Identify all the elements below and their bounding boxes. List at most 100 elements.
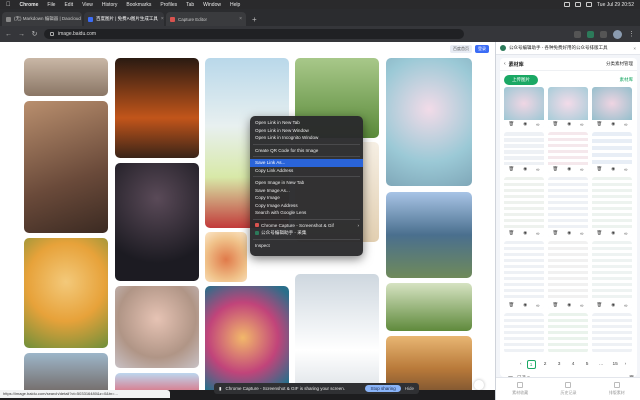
trash-icon[interactable]: 🗑 bbox=[597, 302, 603, 308]
view-icon[interactable]: ◉ bbox=[523, 230, 527, 236]
asset-card[interactable]: 🗑 ◉ ∞ bbox=[592, 177, 632, 237]
link-icon[interactable]: ∞ bbox=[624, 303, 627, 308]
image-tile-woman-portrait[interactable] bbox=[24, 101, 108, 233]
image-tile-fire[interactable] bbox=[115, 58, 199, 158]
wifi-icon[interactable] bbox=[574, 2, 581, 7]
asset-card[interactable]: 🗑 ◉ ∞ bbox=[592, 241, 632, 309]
asset-card[interactable]: 🗑 ◉ ∞ bbox=[548, 177, 588, 237]
asset-thumb[interactable] bbox=[548, 87, 588, 120]
puzzle-icon[interactable] bbox=[600, 30, 607, 38]
asset-card[interactable]: 🗑 ◉ ∞ bbox=[592, 132, 632, 173]
asset-card[interactable]: 🗑 ◉ ∞ bbox=[548, 241, 588, 309]
view-icon[interactable]: ◉ bbox=[567, 121, 571, 127]
asset-thumb[interactable] bbox=[504, 132, 544, 165]
view-icon[interactable]: ◉ bbox=[611, 230, 615, 236]
asset-card[interactable] bbox=[504, 313, 544, 353]
view-icon[interactable]: ◉ bbox=[611, 166, 615, 172]
link-icon[interactable]: ∞ bbox=[580, 122, 583, 127]
trash-icon[interactable]: 🗑 bbox=[509, 166, 515, 172]
ctx-create-qr[interactable]: Create QR Code for this Image bbox=[250, 147, 363, 155]
image-tile-woman-face[interactable] bbox=[115, 286, 199, 368]
reload-icon[interactable]: ↻ bbox=[31, 30, 38, 38]
ctx-save-link-as[interactable]: Save Link As... bbox=[250, 159, 363, 167]
asset-thumb[interactable] bbox=[592, 313, 632, 353]
tab-markdown[interactable]: (无) Markdown 编辑器 | Daocloud × bbox=[2, 12, 82, 26]
view-icon[interactable]: ◉ bbox=[523, 166, 527, 172]
hide-button[interactable]: Hide bbox=[405, 386, 414, 391]
trash-icon[interactable]: 🗑 bbox=[509, 302, 515, 308]
image-tile-1[interactable] bbox=[24, 58, 108, 96]
ctx-chrome-capture[interactable]: Chrome Capture - Screenshot & Gif › bbox=[250, 222, 363, 230]
ctx-copy-image[interactable]: Copy Image bbox=[250, 194, 363, 202]
asset-thumb[interactable] bbox=[548, 132, 588, 165]
asset-card[interactable]: 🗑 ◉ ∞ bbox=[548, 132, 588, 173]
menu-window[interactable]: Window bbox=[203, 2, 221, 8]
image-tile-cyber-woman[interactable] bbox=[115, 163, 199, 281]
nav-favorites[interactable]: 素材收藏 bbox=[512, 382, 528, 396]
page-5[interactable]: 5 bbox=[583, 360, 592, 369]
asset-card[interactable] bbox=[592, 313, 632, 353]
trash-icon[interactable]: 🗑 bbox=[509, 230, 515, 236]
menu-edit[interactable]: Edit bbox=[64, 2, 73, 8]
prev-page-icon[interactable]: ‹ bbox=[520, 362, 522, 367]
image-tile-sunflower-girl[interactable] bbox=[24, 238, 108, 348]
control-center-icon[interactable] bbox=[585, 2, 592, 7]
image-tile-peaches[interactable] bbox=[205, 232, 247, 282]
menu-history[interactable]: History bbox=[102, 2, 118, 8]
ctx-wechat-editor[interactable]: 公众号编辑助手 - 采集 bbox=[250, 229, 363, 237]
ctx-copy-link[interactable]: Copy Link Address bbox=[250, 167, 363, 175]
extension-icon[interactable] bbox=[574, 30, 581, 38]
link-icon[interactable]: ∞ bbox=[580, 231, 583, 236]
tab-capture-editor[interactable]: Capture Editor × bbox=[166, 12, 246, 26]
image-tile-street[interactable] bbox=[24, 353, 108, 390]
image-tile-penguin[interactable] bbox=[295, 274, 379, 390]
asset-thumb[interactable] bbox=[504, 177, 544, 229]
login-button[interactable]: 登录 bbox=[475, 45, 489, 53]
ctx-open-new-tab[interactable]: Open Link in New Tab bbox=[250, 119, 363, 127]
asset-card[interactable]: 🗑 ◉ ∞ bbox=[504, 241, 544, 309]
trash-icon[interactable]: 🗑 bbox=[553, 302, 559, 308]
view-icon[interactable]: ◉ bbox=[611, 121, 615, 127]
view-icon[interactable]: ◉ bbox=[611, 302, 615, 308]
ctx-google-lens[interactable]: Search with Google Lens bbox=[250, 209, 363, 217]
page-2[interactable]: 2 bbox=[541, 360, 550, 369]
menu-file[interactable]: File bbox=[47, 2, 55, 8]
trash-icon[interactable]: 🗑 bbox=[553, 121, 559, 127]
library-filter-link[interactable]: 素材库 bbox=[620, 77, 634, 83]
upload-image-button[interactable]: 上传图片 bbox=[504, 75, 538, 85]
ctx-inspect[interactable]: Inspect bbox=[250, 242, 363, 250]
asset-thumb[interactable] bbox=[592, 177, 632, 229]
omnibox[interactable]: image.baidu.com bbox=[44, 29, 464, 39]
asset-thumb[interactable] bbox=[592, 132, 632, 165]
image-tile-doll[interactable] bbox=[386, 58, 472, 186]
close-icon[interactable]: × bbox=[239, 16, 242, 22]
link-icon[interactable]: ∞ bbox=[536, 122, 539, 127]
nav-history[interactable]: 历史记录 bbox=[560, 382, 576, 396]
menu-bookmarks[interactable]: Bookmarks bbox=[126, 2, 151, 8]
link-icon[interactable]: ∞ bbox=[624, 167, 627, 172]
stop-sharing-button[interactable]: Stop sharing bbox=[365, 385, 401, 392]
page-ellipsis[interactable]: … bbox=[597, 360, 606, 369]
asset-thumb[interactable] bbox=[504, 313, 544, 353]
image-tile-desert-man[interactable] bbox=[386, 336, 472, 390]
link-icon[interactable]: ∞ bbox=[624, 122, 627, 127]
page-1[interactable]: 1 bbox=[526, 360, 536, 369]
link-icon[interactable]: ∞ bbox=[536, 167, 539, 172]
clock[interactable]: Tue Jul 29 20:52 bbox=[597, 2, 634, 8]
asset-card[interactable]: 🗑 ◉ ∞ bbox=[592, 87, 632, 128]
view-icon[interactable]: ◉ bbox=[523, 121, 527, 127]
kebab-menu-icon[interactable]: ⋮ bbox=[628, 30, 635, 38]
page-4[interactable]: 4 bbox=[569, 360, 578, 369]
view-icon[interactable]: ◉ bbox=[567, 302, 571, 308]
asset-thumb[interactable] bbox=[548, 313, 588, 353]
link-icon[interactable]: ∞ bbox=[536, 231, 539, 236]
asset-card[interactable]: 🗑 ◉ ∞ bbox=[548, 87, 588, 128]
close-icon[interactable]: × bbox=[161, 16, 164, 22]
asset-card[interactable] bbox=[548, 313, 588, 353]
trash-icon[interactable]: 🗑 bbox=[597, 121, 603, 127]
trash-icon[interactable]: 🗑 bbox=[597, 166, 603, 172]
link-icon[interactable]: ∞ bbox=[580, 167, 583, 172]
battery-icon[interactable] bbox=[563, 2, 570, 7]
trash-icon[interactable]: 🗑 bbox=[553, 230, 559, 236]
forward-arrow-icon[interactable]: → bbox=[18, 31, 25, 38]
